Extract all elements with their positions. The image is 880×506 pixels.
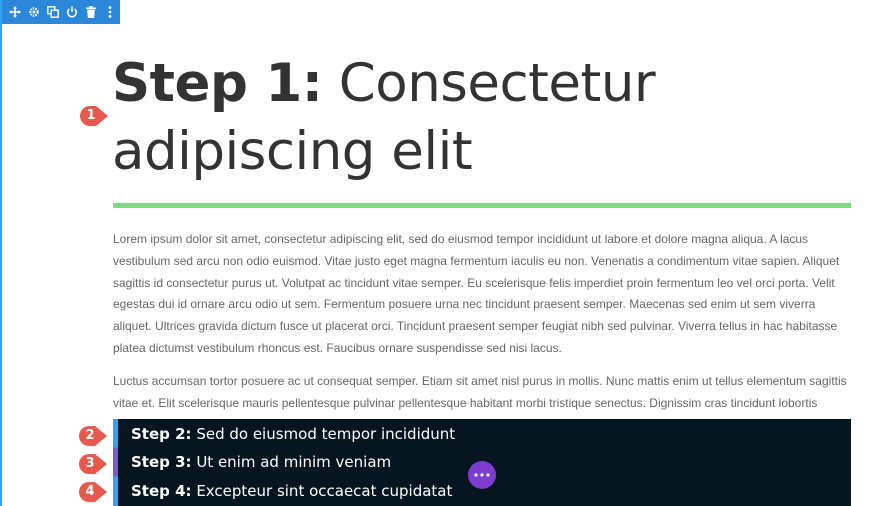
- steps-band-accent: [113, 419, 118, 506]
- duplicate-button[interactable]: [46, 5, 60, 19]
- more-options-button[interactable]: [103, 5, 117, 19]
- annotation-badge-1: 1: [79, 105, 109, 127]
- badge-number: 1: [86, 108, 96, 123]
- duplicate-icon: [47, 6, 59, 18]
- settings-button[interactable]: [27, 5, 41, 19]
- more-vertical-icon: [108, 6, 112, 18]
- module-toolbar: [2, 0, 120, 24]
- step-text: Ut enim ad minim veniam: [191, 453, 392, 471]
- gear-icon: [29, 7, 39, 17]
- move-icon: [9, 6, 21, 18]
- section-more-button[interactable]: [468, 461, 496, 489]
- heading-divider: [113, 203, 851, 208]
- delete-button[interactable]: [84, 5, 98, 19]
- step-item-2: Step 2: Sed do eiusmod tempor incididunt: [131, 422, 455, 446]
- step-label: Step 3:: [131, 453, 192, 471]
- step-label: Step 4:: [131, 482, 192, 500]
- page-heading: Step 1: Consectetur adipiscing elit: [112, 50, 852, 186]
- annotation-badge-2: 2: [78, 425, 108, 447]
- step-text: Excepteur sint occaecat cupidatat: [191, 482, 453, 500]
- heading-bold: Step 1:: [112, 53, 323, 114]
- body-paragraph-2: Luctus accumsan tortor posuere ac ut con…: [113, 374, 847, 410]
- step-item-4: Step 4: Excepteur sint occaecat cupidata…: [131, 479, 452, 503]
- disable-button[interactable]: [65, 5, 79, 19]
- body-paragraph-1: Lorem ipsum dolor sit amet, consectetur …: [113, 232, 840, 355]
- badge-number: 2: [85, 428, 95, 443]
- step-text: Sed do eiusmod tempor incididunt: [191, 425, 456, 443]
- more-horizontal-icon: [474, 473, 490, 477]
- section-outline-left: [0, 0, 2, 506]
- step-item-3: Step 3: Ut enim ad minim veniam: [131, 450, 391, 474]
- annotation-badge-3: 3: [78, 453, 108, 475]
- badge-number: 3: [85, 456, 95, 471]
- trash-icon: [86, 6, 96, 18]
- move-button[interactable]: [8, 5, 22, 19]
- badge-number: 4: [85, 484, 95, 499]
- power-icon: [67, 6, 77, 18]
- step-label: Step 2:: [131, 425, 192, 443]
- annotation-badge-4: 4: [78, 481, 108, 503]
